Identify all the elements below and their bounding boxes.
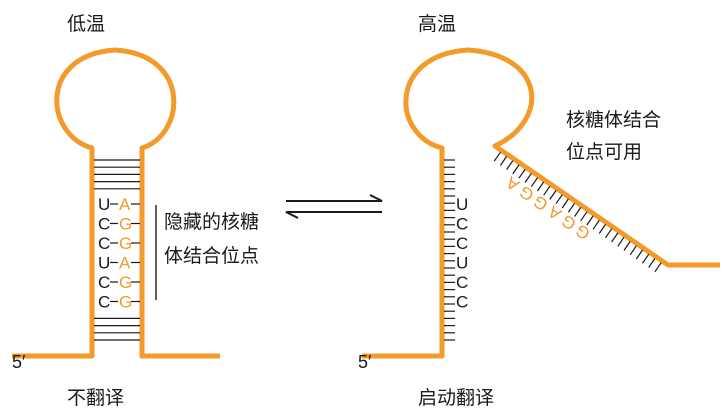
thermometer-diagram: 低温 U AC GC GU AC GC G 隐藏的核糖 体结合位点 5′ 不翻译 高温 UC…: [12, 13, 720, 409]
base-pair: UA: [98, 195, 140, 214]
tail-tick: [530, 177, 538, 188]
free-stem-base: U: [456, 195, 468, 214]
free-stem-base: C: [456, 215, 468, 234]
tail-tick: [549, 190, 557, 200]
site-available-label-line1: 核糖体结合: [566, 109, 661, 131]
tail-tick: [518, 168, 526, 179]
tail-tick: [617, 236, 625, 247]
tail-tick: [623, 241, 631, 251]
stem-base-left: C: [98, 215, 110, 234]
left-caption: 不翻译: [67, 387, 124, 409]
right-five-prime-label: 5′: [358, 352, 372, 372]
stem-base-right: G: [119, 293, 132, 312]
tail-tick: [561, 198, 569, 209]
stem-base-right: A: [119, 254, 131, 273]
tail-tick: [629, 245, 637, 256]
tail-tick: [635, 249, 644, 260]
tail-tick: [611, 232, 619, 243]
tail-tick: [567, 202, 576, 213]
tail-tick: [586, 215, 594, 226]
base-pair: CG: [98, 215, 140, 234]
right-stem-ticks: [444, 159, 455, 341]
hidden-site-label-line1: 隐藏的核糖: [164, 211, 259, 233]
site-available-label-line2: 位点可用: [566, 141, 642, 163]
base-pair: CG: [98, 234, 140, 253]
tail-tick: [642, 253, 650, 264]
free-stem-base: C: [456, 293, 468, 312]
tail-tick: [654, 262, 662, 273]
tail-tick: [592, 219, 600, 230]
stem-base-left: U: [98, 254, 110, 273]
right-caption: 启动翻译: [418, 387, 494, 409]
tail-tick: [598, 224, 606, 234]
stem-base-right: G: [119, 273, 132, 292]
base-pair: CG: [98, 273, 140, 292]
hidden-site-label-line2: 体结合位点: [164, 245, 259, 267]
low-temp-title: 低温: [67, 13, 105, 35]
left-hairpin-strand: [12, 47, 220, 359]
right-panel: 高温 UCCUCC AGGAGG 核糖体结合 位点可用 5′ 启动翻译: [358, 13, 720, 409]
tail-tick: [493, 151, 501, 162]
tail-tick: [648, 258, 656, 268]
tail-tick: [555, 194, 563, 205]
left-five-prime-label: 5′: [12, 352, 26, 372]
tail-tick: [506, 160, 514, 171]
stem-base-right: A: [119, 195, 131, 214]
free-stem-base: C: [456, 273, 468, 292]
stem-base-right: G: [119, 234, 132, 253]
stem-base-left: C: [98, 234, 110, 253]
left-panel: 低温 U AC GC GU AC GC G 隐藏的核糖 体结合位点 5′ 不翻译: [12, 13, 259, 409]
free-stem-base: C: [456, 234, 468, 253]
reverse-arrow: [285, 211, 382, 219]
stem-base-left: C: [98, 293, 110, 312]
tail-tick: [580, 211, 588, 222]
tail-tick: [499, 156, 508, 166]
tail-tick: [605, 228, 613, 239]
stem-base-left: C: [98, 273, 110, 292]
exposed-rbs-base: A: [502, 172, 523, 194]
base-pair: CG: [98, 293, 140, 312]
stem-base-right: G: [119, 215, 132, 234]
tail-tick: [524, 173, 532, 183]
tail-tick: [537, 181, 545, 192]
high-temp-title: 高温: [418, 13, 456, 35]
left-base-letters: U AC GC GU AC GC G: [98, 195, 140, 312]
free-stem-base: U: [456, 254, 468, 273]
tail-tick: [512, 164, 520, 175]
tail-tick: [543, 185, 551, 196]
forward-arrow: [286, 194, 383, 202]
right-stem-bases: UCCUCC: [456, 195, 468, 312]
right-tail-ticks: [493, 151, 662, 273]
tail-tick: [574, 207, 582, 217]
base-pair: UA: [98, 254, 140, 273]
equilibrium-arrows: [285, 194, 383, 219]
stem-base-left: U: [98, 195, 110, 214]
